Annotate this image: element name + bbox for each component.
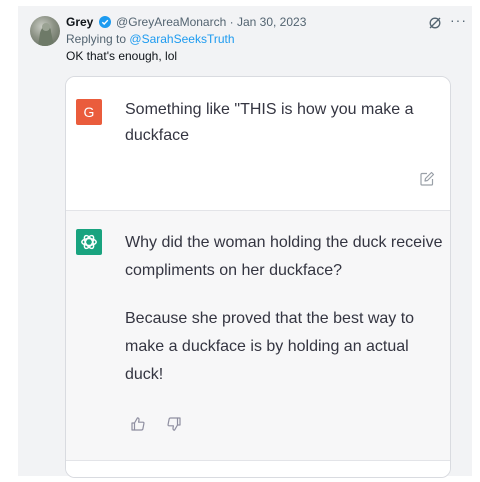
avatar[interactable]	[30, 16, 60, 46]
reply-context: Replying to @SarahSeeksTruth	[66, 32, 235, 46]
tweet-header: Grey @GreyAreaMonarch · Jan 30, 2023	[66, 15, 306, 29]
author-handle[interactable]: @GreyAreaMonarch	[116, 15, 226, 29]
answer-paragraph: Because she proved that the best way to …	[125, 310, 415, 383]
user-avatar: G	[76, 99, 102, 125]
chatgpt-logo-icon	[76, 229, 102, 255]
user-prompt: Something like "THIS is how you make a d…	[125, 101, 414, 144]
tweet-date[interactable]: Jan 30, 2023	[237, 15, 306, 29]
replying-to-link[interactable]: @SarahSeeksTruth	[129, 32, 234, 46]
user-message: G Something like "THIS is how you make a…	[66, 77, 450, 210]
chatgpt-screenshot-card: G Something like "THIS is how you make a…	[65, 76, 451, 478]
assistant-answer: Why did the woman holding the duck recei…	[125, 229, 443, 409]
tweet-text: OK that's enough, lol	[66, 49, 178, 63]
replying-prefix: Replying to	[66, 32, 127, 46]
verified-badge-icon	[98, 16, 111, 28]
tweet: Grey @GreyAreaMonarch · Jan 30, 2023 Rep…	[18, 6, 472, 478]
author-name[interactable]: Grey	[66, 15, 93, 29]
answer-paragraph: Why did the woman holding the duck recei…	[125, 234, 443, 279]
thumbs-up-icon[interactable]	[130, 416, 146, 432]
more-icon[interactable]: ···	[450, 12, 467, 28]
assistant-message: Why did the woman holding the duck recei…	[66, 210, 450, 477]
edit-icon[interactable]	[419, 171, 435, 187]
avatar-image	[38, 23, 54, 46]
grok-icon[interactable]	[428, 16, 442, 30]
thumbs-down-icon[interactable]	[166, 416, 182, 432]
header-separator: ·	[229, 15, 234, 29]
card-footer-divider	[66, 460, 450, 477]
